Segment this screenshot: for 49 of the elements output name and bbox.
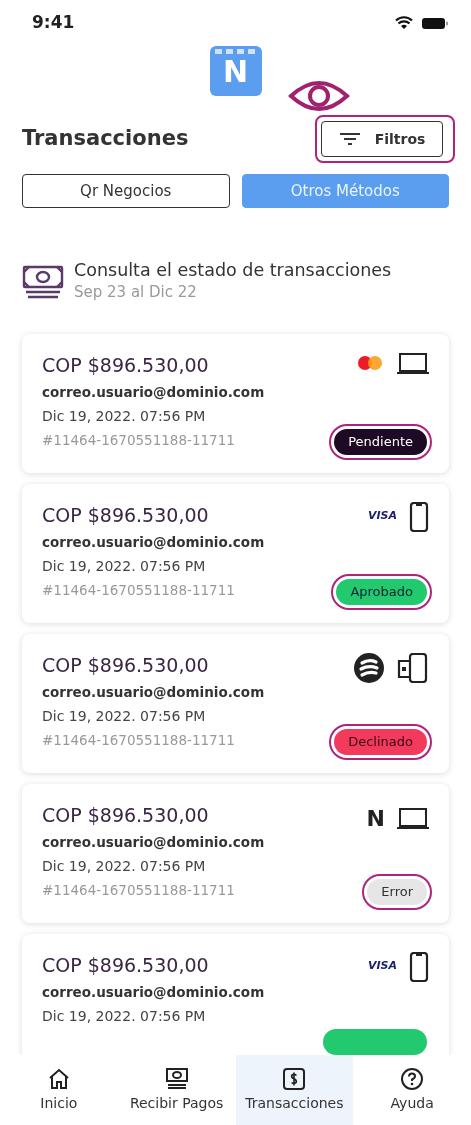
- transaction-card[interactable]: COP $896.530,00 correo.usuario@dominio.com Dic 19, 2022. 07:56 PM VISA: [22, 933, 449, 1055]
- brand-logo: N: [366, 804, 385, 833]
- laptop-icon: [397, 351, 429, 374]
- transaction-card[interactable]: COP $896.530,00 correo.usuario@dominio.com Dic 19, 2022. 07:56 PM #11464-1670551188-11711 N Error: [22, 783, 449, 923]
- reference-number: #11464-1670551188-11711: [42, 880, 235, 900]
- email: correo.usuario@dominio.com: [42, 983, 265, 1003]
- reference-number: #11464-1670551188-11711: [42, 430, 235, 450]
- amount: COP $896.530,00: [42, 503, 209, 527]
- phone-card-icon: [397, 652, 429, 683]
- battery-icon: [421, 16, 449, 30]
- filter-button[interactable]: Filtros: [321, 121, 443, 157]
- phone-icon: [409, 951, 429, 982]
- date-time: Dic 19, 2022. 07:56 PM: [42, 706, 206, 726]
- date-time: Dic 19, 2022. 07:56 PM: [42, 406, 206, 426]
- wifi-icon: [395, 16, 413, 30]
- amount: COP $896.530,00: [42, 953, 209, 977]
- help-icon: [400, 1066, 425, 1091]
- amount: COP $896.530,00: [42, 653, 209, 677]
- date-range: Sep 23 al Dic 22: [74, 282, 198, 303]
- email: correo.usuario@dominio.com: [42, 833, 265, 853]
- wallet-logo-icon: [353, 651, 385, 684]
- nav-tab[interactable]: Transacciones: [235, 1055, 354, 1125]
- summary-title: Consulta el estado de transacciones: [74, 260, 392, 281]
- transaction-card[interactable]: COP $896.530,00 correo.usuario@dominio.com Dic 19, 2022. 07:56 PM #11464-1670551188-11711 Declinado: [22, 633, 449, 773]
- cash-icon: [164, 1066, 189, 1091]
- date-time: Dic 19, 2022. 07:56 PM: [42, 556, 206, 576]
- app-logo: N: [209, 46, 262, 96]
- transaction-card[interactable]: COP $896.530,00 correo.usuario@dominio.com Dic 19, 2022. 07:56 PM #11464-1670551188-11711 VISA Aprobado: [22, 483, 449, 623]
- amount: COP $896.530,00: [42, 353, 209, 377]
- date-time: Dic 19, 2022. 07:56 PM: [42, 856, 206, 876]
- date-time: Dic 19, 2022. 07:56 PM: [42, 1006, 206, 1026]
- laptop-icon: [397, 807, 429, 829]
- email: correo.usuario@dominio.com: [42, 383, 265, 403]
- clock-time: 9:41: [32, 11, 75, 35]
- email: correo.usuario@dominio.com: [42, 683, 265, 703]
- cash-icon: [22, 263, 64, 300]
- amount: COP $896.530,00: [42, 803, 209, 827]
- phone-icon: [409, 501, 429, 532]
- card-brand-logo: VISA: [367, 958, 397, 975]
- email: correo.usuario@dominio.com: [42, 533, 265, 553]
- dollar-icon: [282, 1066, 307, 1091]
- page-title: Transacciones: [22, 125, 189, 153]
- segment-tab[interactable]: Qr Negocios: [22, 174, 230, 208]
- card-brand-icon: [355, 353, 385, 372]
- reference-number: #11464-1670551188-11711: [42, 730, 235, 750]
- reference-number: #11464-1670551188-11711: [42, 580, 235, 600]
- transaction-card[interactable]: COP $896.530,00 correo.usuario@dominio.com Dic 19, 2022. 07:56 PM #11464-1670551188-11711 Pendiente: [22, 333, 449, 473]
- filter-icon: [338, 132, 361, 146]
- card-brand-logo: VISA: [367, 508, 397, 525]
